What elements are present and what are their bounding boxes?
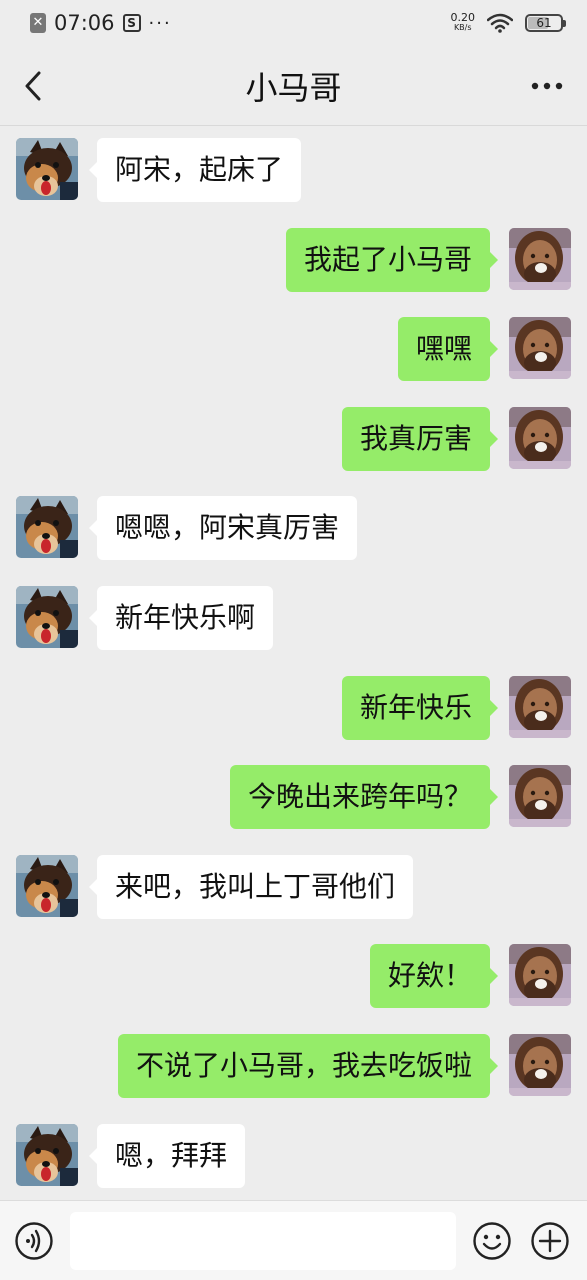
message-bubble[interactable]: 我真厉害 [341,407,499,471]
contact-avatar[interactable] [16,496,78,558]
received-message: 来吧，我叫上丁哥他们 [0,843,587,919]
my-avatar[interactable] [509,765,571,827]
message-list[interactable]: 阿宋，起床了 我起了小马哥 嘿嘿 我真厉害 嗯嗯，阿宋真厉害 新年快乐啊 新年快… [0,126,587,1200]
more-functions-button[interactable] [530,1221,570,1261]
message-bubble[interactable]: 阿宋，起床了 [88,138,302,202]
message-bubble[interactable]: 我起了小马哥 [285,228,499,292]
more-options-button[interactable] [529,72,565,100]
chevron-left-icon [25,71,41,101]
input-bar [0,1200,587,1280]
notification-icon: ✕ [30,13,46,33]
status-time: 07:06 [54,11,115,35]
my-avatar[interactable] [509,228,571,290]
message-bubble[interactable]: 嘿嘿 [397,317,499,381]
sent-message: 不说了小马哥，我去吃饭啦 [0,1022,587,1098]
message-bubble[interactable]: 来吧，我叫上丁哥他们 [88,855,414,919]
message-bubble[interactable]: 新年快乐 [341,676,499,740]
sent-message: 我起了小马哥 [0,216,587,292]
plus-icon [531,1222,569,1260]
sent-message: 好欸！ [0,932,587,1008]
emoji-icon [473,1222,511,1260]
emoji-button[interactable] [472,1221,512,1261]
received-message: 阿宋，起床了 [0,126,587,202]
received-message: 新年快乐啊 [0,574,587,650]
contact-avatar[interactable] [16,586,78,648]
message-bubble[interactable]: 好欸！ [369,944,499,1008]
screenshot-notification-icon: S [122,14,141,32]
battery-icon: 61 [525,14,566,32]
status-right: 0.20 KB/s 61 [450,11,566,33]
more-notifications-icon: ··· [148,12,172,34]
wifi-icon [487,13,513,33]
my-avatar[interactable] [509,1034,571,1096]
message-bubble[interactable]: 不说了小马哥，我去吃饭啦 [117,1034,499,1098]
sent-message: 我真厉害 [0,395,587,471]
my-avatar[interactable] [509,317,571,379]
sent-message: 今晚出来跨年吗？ [0,753,587,829]
chat-header: 小马哥 [0,46,587,126]
message-bubble[interactable]: 嗯，拜拜 [88,1124,246,1188]
received-message: 嗯，拜拜 [0,1112,587,1188]
contact-avatar[interactable] [16,855,78,917]
received-message: 嗯嗯，阿宋真厉害 [0,484,587,560]
net-speed: 0.20 KB/s [450,11,476,33]
back-button[interactable] [18,68,48,104]
message-input[interactable] [70,1212,456,1270]
my-avatar[interactable] [509,944,571,1006]
my-avatar[interactable] [509,676,571,738]
contact-avatar[interactable] [16,138,78,200]
sent-message: 嘿嘿 [0,305,587,381]
status-bar: ✕ 07:06 S ··· 0.20 KB/s 61 [0,0,587,46]
battery-level: 61 [536,16,552,30]
sent-message: 新年快乐 [0,664,587,740]
voice-input-button[interactable] [14,1221,54,1261]
message-bubble[interactable]: 嗯嗯，阿宋真厉害 [88,496,358,560]
message-bubble[interactable]: 今晚出来跨年吗？ [229,765,499,829]
page-title: 小马哥 [245,68,342,107]
net-speed-value: 0.20 [450,11,476,24]
voice-icon [15,1222,53,1260]
more-dots-icon [531,82,563,90]
my-avatar[interactable] [509,407,571,469]
contact-avatar[interactable] [16,1124,78,1186]
net-speed-unit: KB/s [453,23,472,32]
message-bubble[interactable]: 新年快乐啊 [88,586,274,650]
status-left: ✕ 07:06 S ··· [30,11,172,35]
